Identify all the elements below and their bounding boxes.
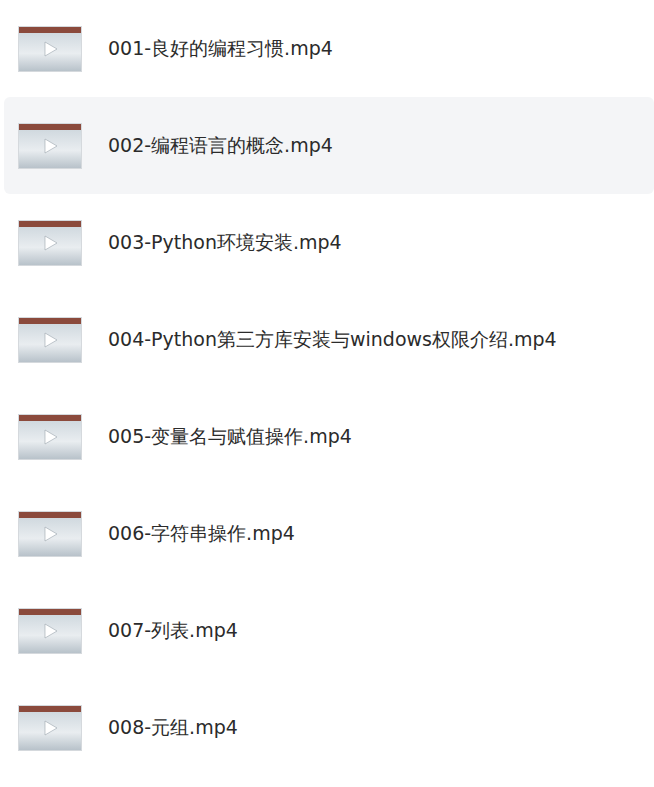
file-name: 002-编程语言的概念.mp4: [108, 133, 341, 159]
video-thumbnail: [18, 26, 82, 72]
play-icon: [40, 233, 60, 253]
file-name: 008-元组.mp4: [108, 715, 246, 741]
file-name: 001-良好的编程习惯.mp4: [108, 36, 341, 62]
play-icon: [40, 39, 60, 59]
file-row[interactable]: 001-良好的编程习惯.mp4: [4, 0, 654, 97]
file-name: 003-Python环境安装.mp4: [108, 230, 350, 256]
play-icon: [40, 621, 60, 641]
file-name: 006-字符串操作.mp4: [108, 521, 303, 547]
video-thumbnail: [18, 123, 82, 169]
video-thumbnail: [18, 220, 82, 266]
video-thumbnail: [18, 511, 82, 557]
play-icon: [40, 524, 60, 544]
video-thumbnail: [18, 414, 82, 460]
play-icon: [40, 427, 60, 447]
video-thumbnail: [18, 317, 82, 363]
video-thumbnail: [18, 705, 82, 751]
file-name: 004-Python第三方库安装与windows权限介绍.mp4: [108, 327, 565, 353]
file-row[interactable]: 008-元组.mp4: [4, 679, 654, 776]
file-row[interactable]: 006-字符串操作.mp4: [4, 485, 654, 582]
video-thumbnail: [18, 608, 82, 654]
file-name: 007-列表.mp4: [108, 618, 246, 644]
file-row[interactable]: 005-变量名与赋值操作.mp4: [4, 388, 654, 485]
file-row[interactable]: 003-Python环境安装.mp4: [4, 194, 654, 291]
play-icon: [40, 718, 60, 738]
file-row[interactable]: 002-编程语言的概念.mp4: [4, 97, 654, 194]
file-row[interactable]: 007-列表.mp4: [4, 582, 654, 679]
play-icon: [40, 330, 60, 350]
file-name: 005-变量名与赋值操作.mp4: [108, 424, 360, 450]
file-row[interactable]: 004-Python第三方库安装与windows权限介绍.mp4: [4, 291, 654, 388]
play-icon: [40, 136, 60, 156]
file-list: 001-良好的编程习惯.mp4 002-编程语言的概念.mp4 003-Python…: [0, 0, 654, 776]
